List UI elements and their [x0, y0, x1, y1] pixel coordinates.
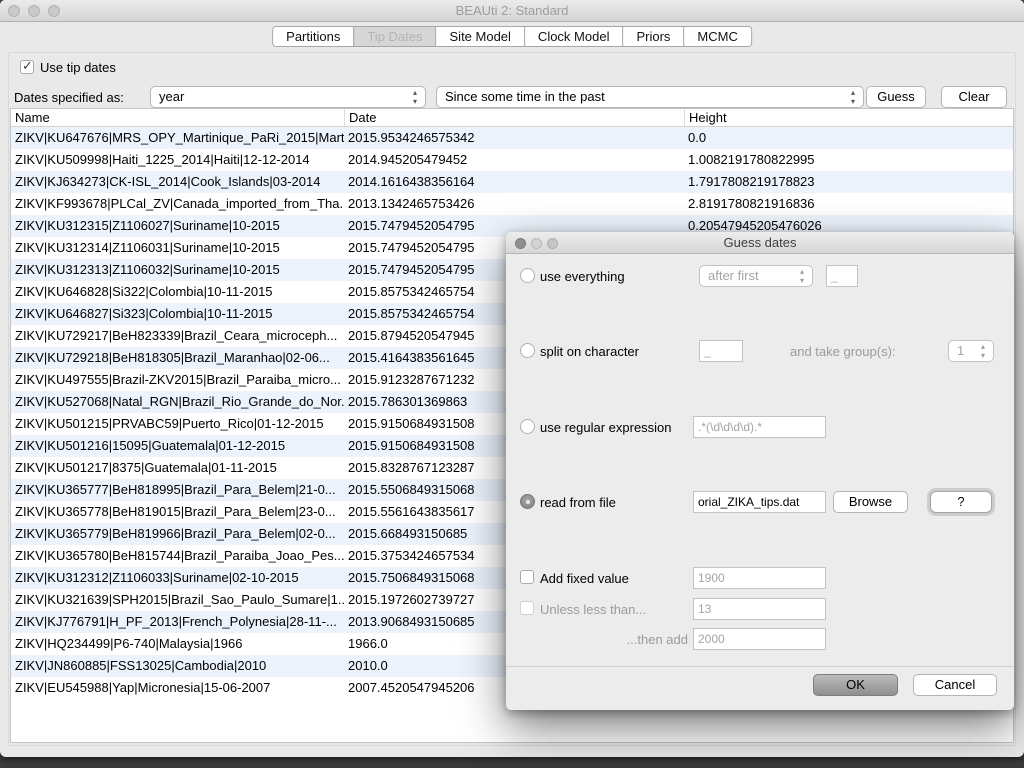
browse-button[interactable]: Browse [833, 491, 908, 513]
split-character-field[interactable]: _ [699, 340, 743, 362]
date-cell: 2013.1342465753426 [344, 193, 684, 215]
read-from-file-radio[interactable] [520, 494, 535, 509]
split-on-character-radio[interactable] [520, 343, 535, 358]
ok-button[interactable]: OK [813, 674, 898, 696]
name-cell: ZIKV|KF993678|PLCal_ZV|Canada_imported_f… [11, 193, 344, 215]
stepper-icon: ▴▾ [797, 267, 807, 285]
take-groups-label: and take group(s): [790, 344, 896, 359]
clear-button[interactable]: Clear [941, 86, 1007, 108]
unless-less-than-checkbox[interactable] [520, 601, 534, 615]
read-from-file-label: read from file [540, 495, 616, 510]
height-cell: 1.0082191780822995 [684, 149, 1013, 171]
name-cell: ZIKV|KU365778|BeH819015|Brazil_Para_Bele… [11, 501, 344, 523]
name-cell: ZIKV|KU365777|BeH818995|Brazil_Para_Bele… [11, 479, 344, 501]
split-on-character-label: split on character [540, 344, 639, 359]
use-everything-char-field[interactable]: _ [826, 265, 858, 287]
name-cell: ZIKV|KU365780|BeH815744|Brazil_Paraiba_J… [11, 545, 344, 567]
checkmark-icon: ✓ [22, 58, 33, 74]
date-cell: 2014.945205479452 [344, 149, 684, 171]
name-cell: ZIKV|KU509998|Haiti_1225_2014|Haiti|12-1… [11, 149, 344, 171]
name-cell: ZIKV|KU312314|Z1106031|Suriname|10-2015 [11, 237, 344, 259]
tab-tip-dates[interactable]: Tip Dates [353, 27, 435, 46]
name-cell: ZIKV|JN860885|FSS13025|Cambodia|2010 [11, 655, 344, 677]
name-cell: ZIKV|EU545988|Yap|Micronesia|15-06-2007 [11, 677, 344, 699]
cancel-button[interactable]: Cancel [913, 674, 997, 696]
column-header-name[interactable]: Name [11, 109, 344, 126]
column-header-date[interactable]: Date [344, 109, 684, 126]
use-regex-radio[interactable] [520, 419, 535, 434]
file-path-field[interactable]: orial_ZIKA_tips.dat [693, 491, 826, 513]
dialog-titlebar: Guess dates [506, 232, 1014, 254]
name-cell: ZIKV|KU312315|Z1106027|Suriname|10-2015 [11, 215, 344, 237]
name-cell: ZIKV|KU729218|BeH818305|Brazil_Maranhao|… [11, 347, 344, 369]
regex-field[interactable]: .*(\d\d\d\d).* [693, 416, 826, 438]
then-add-label: ...then add [540, 632, 688, 647]
table-row[interactable]: ZIKV|KU647676|MRS_OPY_Martinique_PaRi_20… [11, 127, 1013, 149]
dialog-title: Guess dates [506, 235, 1014, 250]
table-header: Name Date Height [11, 109, 1013, 127]
stepper-icon: ▴▾ [410, 88, 420, 106]
date-format-value: year [159, 89, 184, 104]
help-button[interactable]: ? [930, 491, 992, 513]
name-cell: ZIKV|KU321639|SPH2015|Brazil_Sao_Paulo_S… [11, 589, 344, 611]
name-cell: ZIKV|KU497555|Brazil-ZKV2015|Brazil_Para… [11, 369, 344, 391]
use-regex-label: use regular expression [540, 420, 672, 435]
tab-priors[interactable]: Priors [622, 27, 683, 46]
dialog-separator [506, 666, 1014, 667]
tab-site-model[interactable]: Site Model [436, 27, 524, 46]
name-cell: ZIKV|KU365779|BeH819966|Brazil_Para_Bele… [11, 523, 344, 545]
height-cell: 0.0 [684, 127, 1013, 149]
tab-clock-model[interactable]: Clock Model [524, 27, 623, 46]
main-tabbar: Partitions Tip Dates Site Model Clock Mo… [272, 26, 752, 47]
guess-button[interactable]: Guess [866, 86, 926, 108]
unless-less-than-label: Unless less than... [540, 602, 646, 617]
name-cell: ZIKV|KJ776791|H_PF_2013|French_Polynesia… [11, 611, 344, 633]
take-groups-select[interactable]: 1 ▴▾ [948, 340, 994, 362]
name-cell: ZIKV|KU646827|Si323|Colombia|10-11-2015 [11, 303, 344, 325]
then-add-field[interactable]: 2000 [693, 628, 826, 650]
name-cell: ZIKV|KU312312|Z1106033|Suriname|02-10-20… [11, 567, 344, 589]
use-tip-dates-label: Use tip dates [40, 60, 116, 75]
name-cell: ZIKV|HQ234499|P6-740|Malaysia|1966 [11, 633, 344, 655]
use-everything-label: use everything [540, 269, 625, 284]
add-fixed-value-label: Add fixed value [540, 571, 629, 586]
height-cell: 1.7917808219178823 [684, 171, 1013, 193]
stepper-icon: ▴▾ [848, 88, 858, 106]
use-everything-radio[interactable] [520, 268, 535, 283]
name-cell: ZIKV|KU646828|Si322|Colombia|10-11-2015 [11, 281, 344, 303]
name-cell: ZIKV|KU501217|8375|Guatemala|01-11-2015 [11, 457, 344, 479]
after-first-select[interactable]: after first ▴▾ [699, 265, 813, 287]
main-titlebar: BEAUti 2: Standard [0, 0, 1024, 22]
name-cell: ZIKV|KU501215|PRVABC59|Puerto_Rico|01-12… [11, 413, 344, 435]
less-than-field[interactable]: 13 [693, 598, 826, 620]
date-cell: 2015.9534246575342 [344, 127, 684, 149]
fixed-value-field[interactable]: 1900 [693, 567, 826, 589]
table-row[interactable]: ZIKV|KU509998|Haiti_1225_2014|Haiti|12-1… [11, 149, 1013, 171]
use-tip-dates-checkbox[interactable]: ✓ [20, 60, 34, 74]
column-header-height[interactable]: Height [684, 109, 1013, 126]
name-cell: ZIKV|KU501216|15095|Guatemala|01-12-2015 [11, 435, 344, 457]
tab-mcmc[interactable]: MCMC [683, 27, 750, 46]
dates-specified-as-label: Dates specified as: [14, 90, 124, 105]
tab-partitions[interactable]: Partitions [273, 27, 353, 46]
name-cell: ZIKV|KU647676|MRS_OPY_Martinique_PaRi_20… [11, 127, 344, 149]
height-cell: 2.8191780821916836 [684, 193, 1013, 215]
name-cell: ZIKV|KU729217|BeH823339|Brazil_Ceara_mic… [11, 325, 344, 347]
stepper-icon: ▴▾ [978, 342, 988, 360]
date-cell: 2014.1616438356164 [344, 171, 684, 193]
name-cell: ZIKV|KU312313|Z1106032|Suriname|10-2015 [11, 259, 344, 281]
name-cell: ZIKV|KU527068|Natal_RGN|Brazil_Rio_Grand… [11, 391, 344, 413]
date-direction-select[interactable]: Since some time in the past ▴▾ [436, 86, 864, 108]
table-row[interactable]: ZIKV|KJ634273|CK-ISL_2014|Cook_Islands|0… [11, 171, 1013, 193]
guess-dates-dialog: Guess dates use everything after first ▴… [506, 232, 1014, 710]
date-direction-value: Since some time in the past [445, 89, 605, 104]
name-cell: ZIKV|KJ634273|CK-ISL_2014|Cook_Islands|0… [11, 171, 344, 193]
window-title: BEAUti 2: Standard [0, 3, 1024, 18]
date-format-select[interactable]: year ▴▾ [150, 86, 426, 108]
add-fixed-value-checkbox[interactable] [520, 570, 534, 584]
table-row[interactable]: ZIKV|KF993678|PLCal_ZV|Canada_imported_f… [11, 193, 1013, 215]
